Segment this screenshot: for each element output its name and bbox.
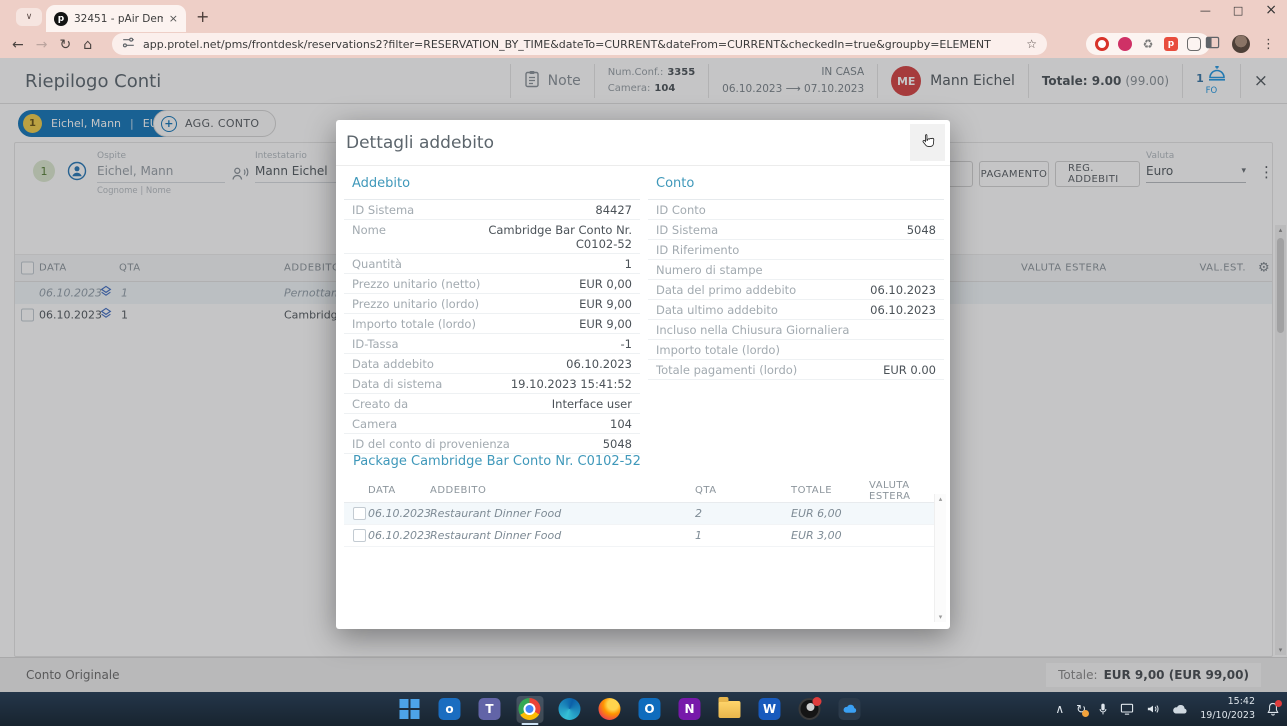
chrome-right-controls: ⋮ (1205, 33, 1275, 55)
word-icon[interactable]: W (756, 696, 783, 723)
edge-icon[interactable] (556, 696, 583, 723)
start-button-icon[interactable] (396, 696, 423, 723)
package-title: Package Cambridge Bar Conto Nr. C0102-52 (344, 450, 942, 479)
url-bar[interactable]: app.protel.net/pms/frontdesk/reservation… (112, 33, 1047, 55)
new-tab-button[interactable]: + (196, 7, 209, 26)
maximize-icon[interactable]: □ (1233, 4, 1243, 17)
side-panel-icon[interactable] (1205, 35, 1220, 54)
package-row[interactable]: 06.10.2023 Restaurant Dinner Food 2 EUR … (344, 503, 942, 525)
browser-profile-avatar[interactable] (1232, 35, 1250, 53)
weather-cloud-icon[interactable] (1172, 704, 1188, 715)
cloud-app-icon[interactable] (836, 696, 863, 723)
charge-details-modal: Dettagli addebito Addebito ID Sistema844… (336, 120, 950, 629)
red-ring-extension-icon[interactable] (1095, 37, 1109, 51)
url-text[interactable]: app.protel.net/pms/frontdesk/reservation… (143, 38, 1018, 51)
notification-bell-icon[interactable] (1267, 702, 1279, 716)
collection-extension-icon[interactable] (1187, 37, 1201, 51)
reload-icon[interactable]: ↻ (59, 37, 71, 53)
protel-extension-icon[interactable]: p (1164, 37, 1178, 51)
outlook-calendar-icon[interactable]: o (436, 696, 463, 723)
speaker-icon[interactable] (1146, 703, 1160, 715)
display-icon[interactable] (1120, 703, 1134, 715)
sync-icon[interactable]: ↻ (1076, 702, 1086, 716)
back-icon[interactable]: ← (12, 37, 24, 53)
onenote-icon[interactable]: N (676, 696, 703, 723)
clock[interactable]: 15:42 19/10/2023 (1200, 695, 1255, 723)
recycle-extension-icon[interactable]: ♻ (1141, 37, 1155, 51)
row-checkbox[interactable] (353, 529, 366, 542)
forward-icon[interactable]: → (36, 37, 48, 53)
window-controls: — □ × (1200, 2, 1277, 18)
home-icon[interactable]: ⌂ (83, 37, 92, 53)
charge-section-title: Addebito (344, 170, 640, 200)
microphone-icon[interactable] (1098, 702, 1108, 716)
browser-chrome: ∨ p 32451 - pAir Demoversion Ser × + — □… (0, 0, 1287, 58)
package-table-header: DATA ADDEBITO QTA TOTALE VALUTA ESTERA (344, 479, 942, 503)
protel-favicon-icon: p (54, 12, 68, 26)
scroll-up-icon: ▴ (935, 495, 946, 503)
file-explorer-icon[interactable] (716, 696, 743, 723)
tray-chevron-up-icon[interactable]: ∧ (1055, 702, 1064, 716)
tray-date: 19/10/2023 (1200, 710, 1255, 721)
pink-circle-extension-icon[interactable] (1118, 37, 1132, 51)
minimize-icon[interactable]: — (1200, 4, 1211, 17)
bookmark-star-icon[interactable]: ☆ (1026, 37, 1037, 51)
charge-section: Addebito ID Sistema84427 NomeCambridge B… (344, 170, 640, 454)
windows-taskbar: o T O N W ∧ ↻ 15:42 19/10/2023 (0, 692, 1287, 726)
browser-tab[interactable]: p 32451 - pAir Demoversion Ser × (46, 5, 186, 32)
chrome-icon[interactable] (516, 696, 543, 723)
tab-search-button[interactable]: ∨ (16, 8, 42, 26)
tab-close-icon[interactable]: × (169, 12, 178, 25)
site-settings-icon[interactable] (122, 36, 135, 52)
tab-title: 32451 - pAir Demoversion Ser (74, 13, 163, 25)
obs-icon[interactable] (796, 696, 823, 723)
account-section: Conto ID Conto ID Sistema5048 ID Riferim… (648, 170, 944, 380)
package-section: Package Cambridge Bar Conto Nr. C0102-52… (344, 450, 942, 547)
firefox-icon[interactable] (596, 696, 623, 723)
package-scrollbar[interactable]: ▴ ▾ (934, 494, 946, 622)
outlook-icon[interactable]: O (636, 696, 663, 723)
modal-close-button[interactable] (910, 124, 945, 161)
screen: ∨ p 32451 - pAir Demoversion Ser × + — □… (0, 0, 1287, 726)
teams-icon[interactable]: T (476, 696, 503, 723)
row-checkbox[interactable] (353, 507, 366, 520)
tray-time: 15:42 (1228, 696, 1255, 707)
modal-title: Dettagli addebito (346, 133, 494, 153)
package-row[interactable]: 06.10.2023 Restaurant Dinner Food 1 EUR … (344, 525, 942, 547)
window-close-icon[interactable]: × (1265, 2, 1277, 18)
scroll-down-icon: ▾ (935, 613, 946, 621)
extensions-pill: ♻ p (1086, 33, 1210, 55)
hand-cursor-icon (919, 132, 937, 154)
account-section-title: Conto (648, 170, 944, 200)
browser-menu-icon[interactable]: ⋮ (1262, 37, 1275, 52)
